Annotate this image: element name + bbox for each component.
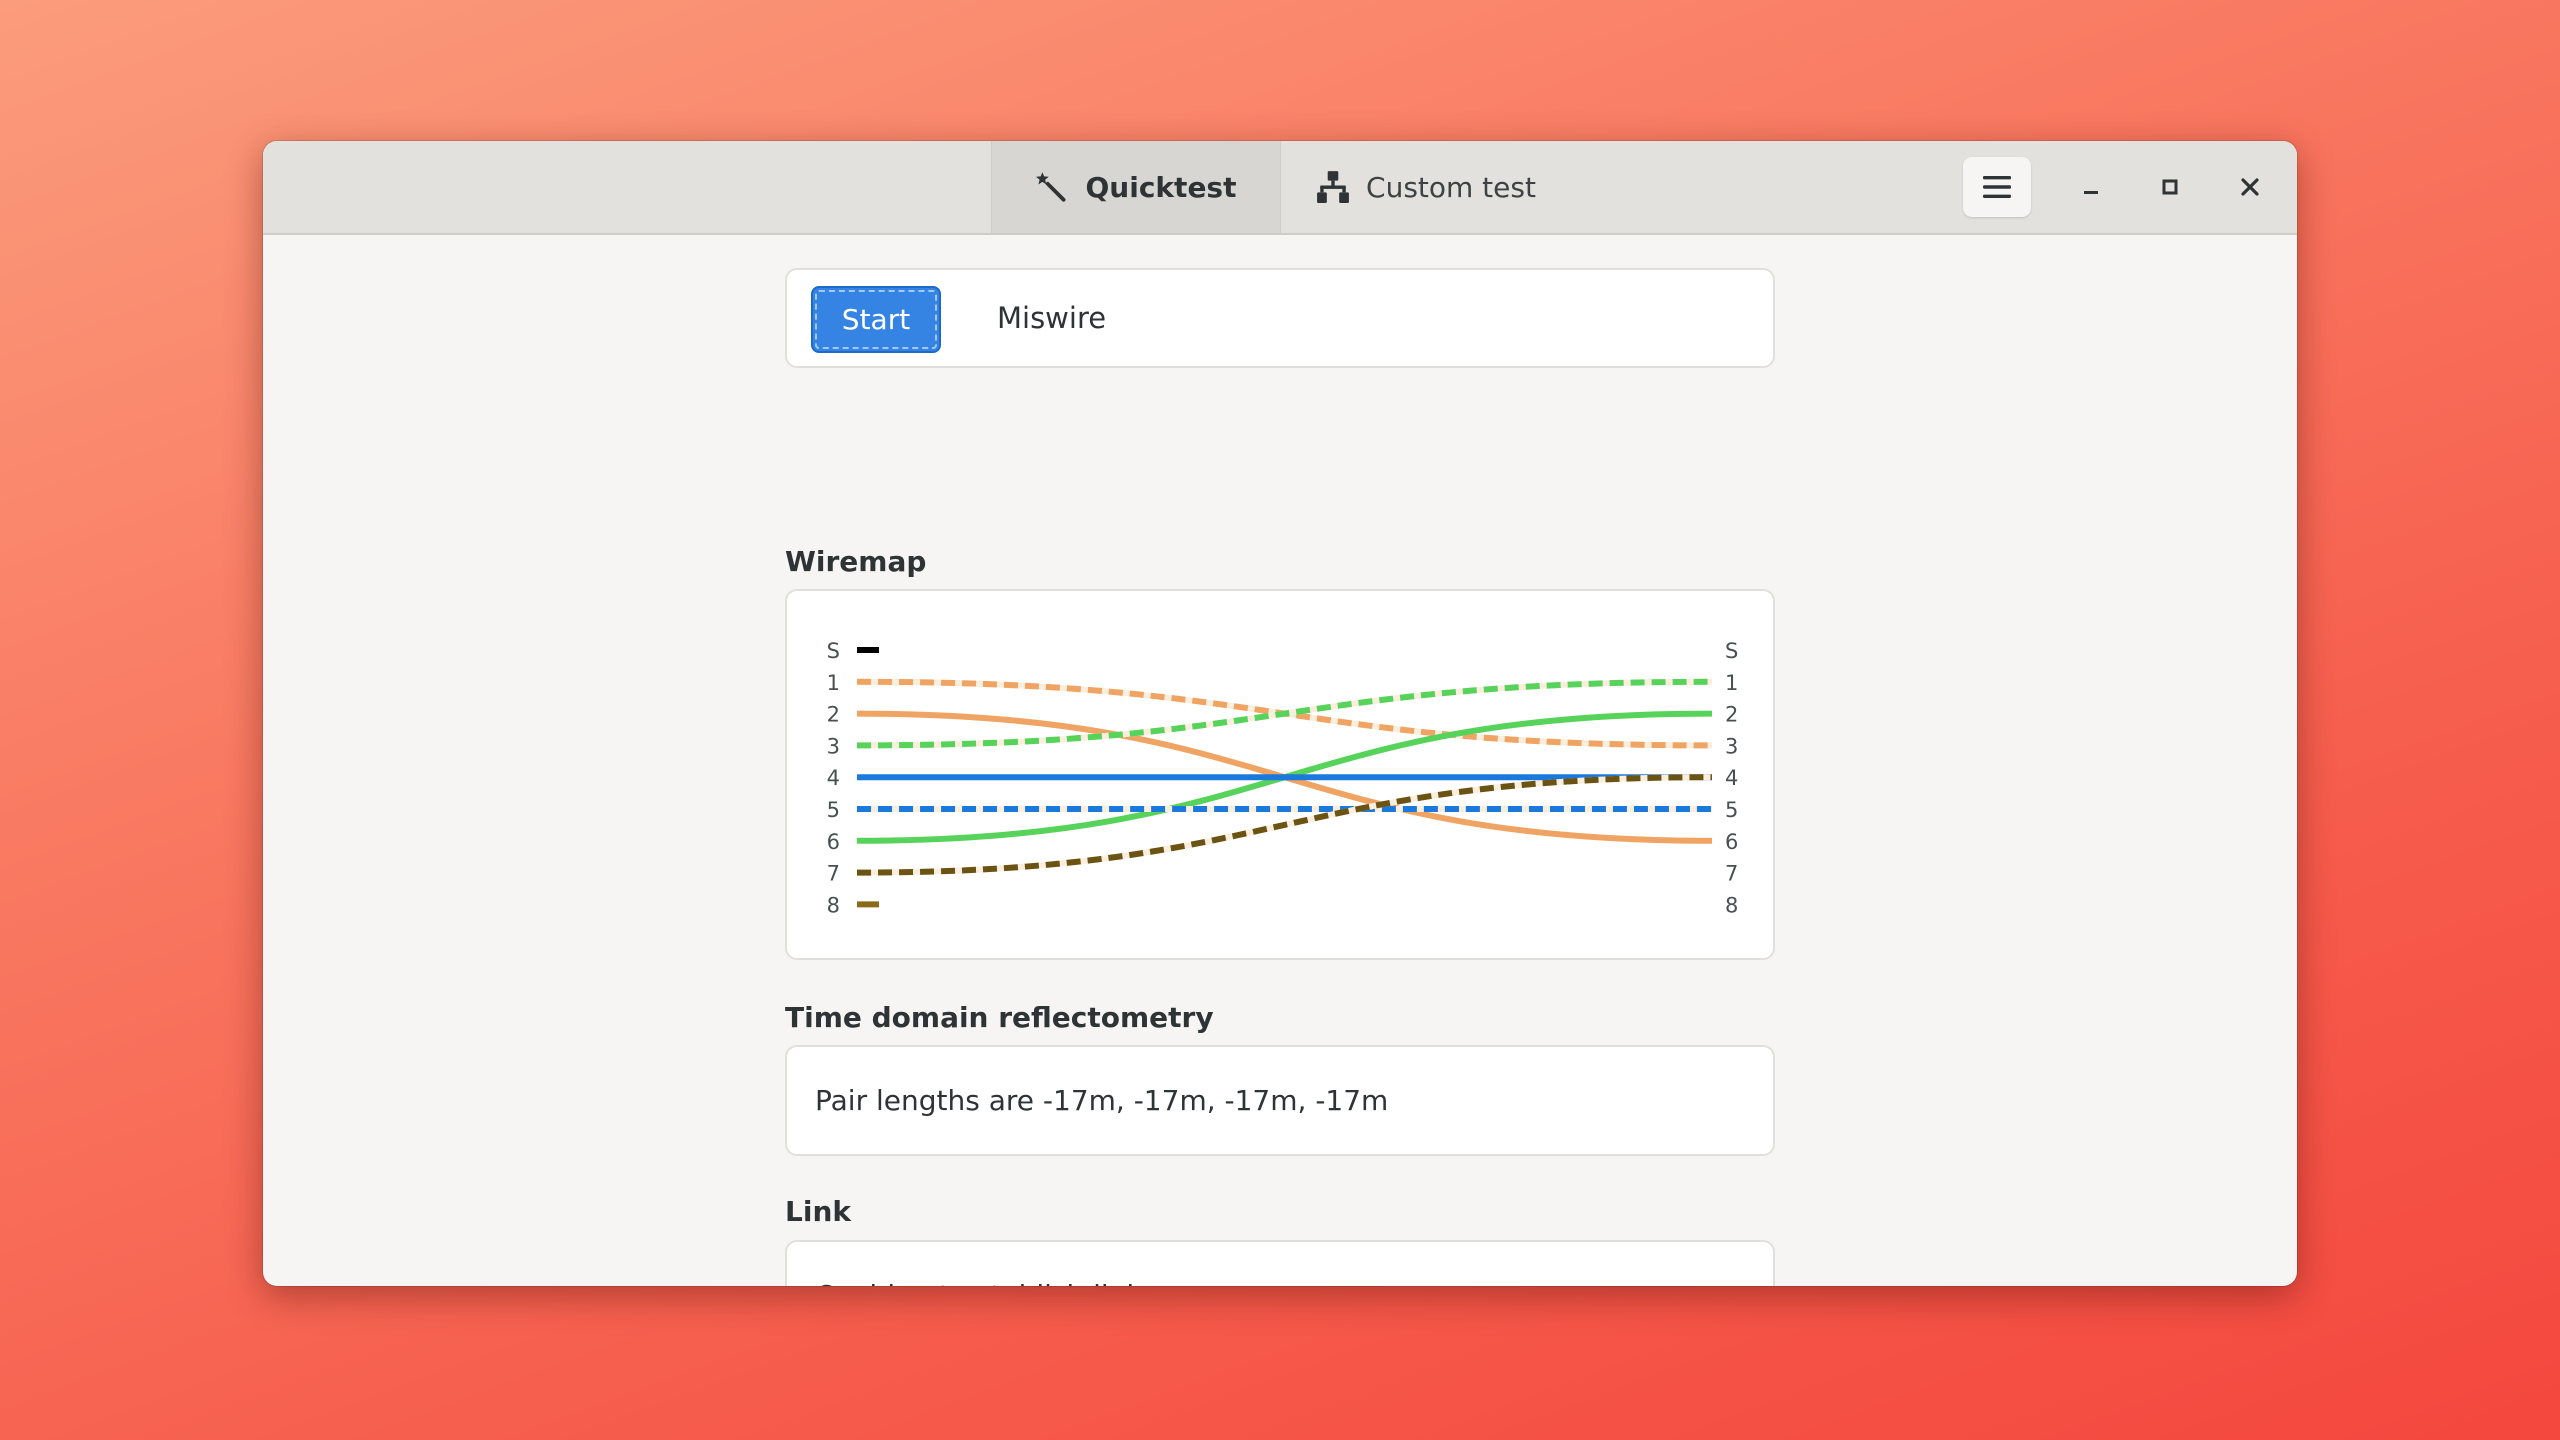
tab-quicktest[interactable]: Quicktest: [991, 141, 1281, 233]
tdr-result: Pair lengths are -17m, -17m, -17m, -17m: [815, 1084, 1389, 1117]
wiremap-card: S 1 2 3 4 5 6 7 8 S 1 2 3 4 5 6 7 8: [785, 589, 1775, 960]
wiremap-diagram: S 1 2 3 4 5 6 7 8 S 1 2 3 4 5 6 7 8: [827, 639, 1739, 917]
magic-wand-icon: [1035, 172, 1066, 202]
main-menu-button[interactable]: [1963, 157, 2031, 217]
wiremap-left-pin-label: 6: [827, 830, 840, 854]
maximize-button[interactable]: [2150, 167, 2190, 207]
wiremap-right-pin-label: 8: [1725, 893, 1738, 917]
wiremap-left-pin-label: 5: [827, 798, 840, 822]
link-heading: Link: [785, 1195, 851, 1228]
close-button[interactable]: [2230, 167, 2270, 207]
link-card: Could not establish link: [785, 1240, 1775, 1286]
tdr-card: Pair lengths are -17m, -17m, -17m, -17m: [785, 1045, 1775, 1156]
tab-custom-test-label: Custom test: [1366, 170, 1536, 204]
test-control-card: Start Miswire: [785, 268, 1775, 368]
wiremap-left-pin-label: 7: [827, 862, 840, 886]
network-icon: [1317, 171, 1349, 203]
wire-3-to-1: [856, 678, 1713, 749]
wiremap-right-pin-label: 2: [1725, 703, 1738, 727]
wiremap-left-pin-label: 8: [827, 893, 840, 917]
hamburger-menu-icon: [1983, 176, 2011, 198]
wire-7-to-4: [856, 774, 1713, 876]
wiremap-heading: Wiremap: [785, 545, 927, 578]
close-icon: [2241, 178, 2259, 196]
wiremap-right-pin-label: 7: [1725, 862, 1738, 886]
wiremap-right-pin-label: S: [1725, 639, 1738, 663]
wiremap-left-pin-label: 4: [827, 766, 840, 790]
wiremap-right-pin-label: 5: [1725, 798, 1738, 822]
wiremap-left-pin-label: 1: [827, 671, 840, 695]
start-button[interactable]: Start: [811, 286, 941, 353]
test-status: Miswire: [997, 301, 1107, 335]
tdr-heading: Time domain reflectometry: [785, 1001, 1214, 1034]
wiremap-left-pin-label: 3: [827, 734, 840, 758]
wiremap-right-pin-label: 1: [1725, 671, 1738, 695]
wiremap-left-pin-label: S: [827, 639, 840, 663]
tab-custom-test[interactable]: Custom test: [1281, 141, 1571, 233]
tab-quicktest-label: Quicktest: [1085, 170, 1237, 204]
link-result: Could not establish link: [815, 1242, 1143, 1286]
app-window: Quicktest Custom test Start Miswire Wire…: [263, 141, 2297, 1286]
wiremap-right-pin-label: 6: [1725, 830, 1738, 854]
wiremap-right-pin-label: 4: [1725, 766, 1738, 790]
minimize-button[interactable]: [2071, 167, 2111, 207]
maximize-icon: [2162, 179, 2178, 195]
headerbar: Quicktest Custom test: [263, 141, 2297, 235]
wiremap-right-pin-label: 3: [1725, 734, 1738, 758]
wiremap-left-pin-label: 2: [827, 703, 840, 727]
minimize-icon: [2084, 191, 2098, 194]
